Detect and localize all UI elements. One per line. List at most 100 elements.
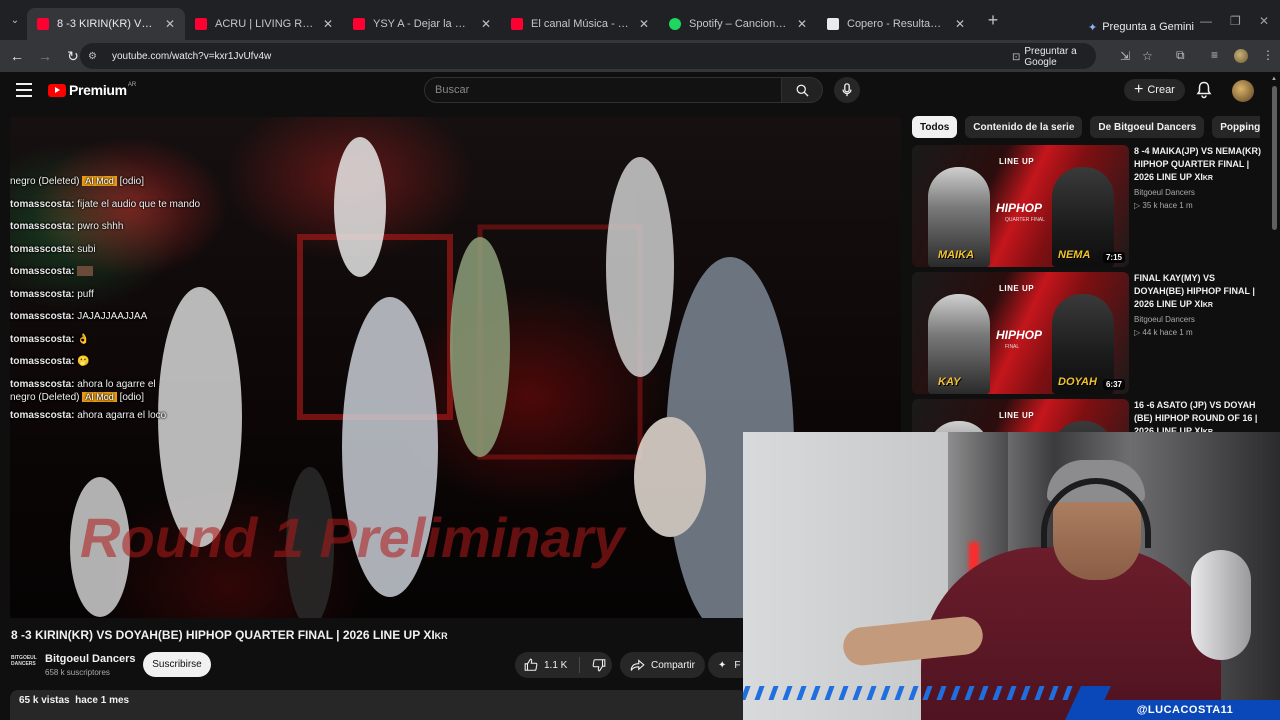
chat-username[interactable]: tomasscosta: (10, 289, 74, 300)
chat-username[interactable]: tomasscosta: (10, 311, 74, 322)
bookmark-star-icon[interactable]: ☆ (1142, 49, 1153, 63)
chat-message: tomasscosta: ahora lo agarre el negro (De… (10, 379, 250, 404)
youtube-header: Premium AR + Crear (0, 72, 1270, 112)
notifications-bell-icon[interactable] (1196, 81, 1212, 104)
back-icon[interactable]: ← (4, 43, 30, 69)
description-box[interactable]: 65 k vistas hace 1 mes (10, 690, 746, 720)
search-button[interactable] (781, 77, 823, 103)
close-tab-icon[interactable]: ✕ (795, 17, 809, 31)
youtube-premium-logo[interactable]: Premium AR (48, 82, 136, 98)
upload-age: hace 1 mes (75, 695, 130, 706)
menu-icon[interactable] (16, 83, 32, 97)
thumbnail-name-right: DOYAH (1058, 376, 1097, 388)
browser-profile-avatar[interactable] (1234, 49, 1248, 63)
scrollbar-thumb[interactable] (1272, 86, 1277, 230)
filter-chip[interactable]: Todos (912, 116, 958, 138)
browser-tab[interactable]: YSY A - Dejar la Plata de Lado ✕ (343, 8, 501, 40)
site-info-icon[interactable]: ⚙ (88, 51, 106, 62)
filter-chip[interactable]: De Bitgoeul Dancers (1090, 116, 1205, 138)
recommended-meta: 8 -4 MAIKA(JP) VS NEMA(KR) HIPHOP QUARTE… (1134, 145, 1264, 210)
account-avatar[interactable] (1232, 80, 1254, 102)
filter-chip[interactable]: Contenido de la serie (965, 116, 1083, 138)
video-thumbnail[interactable]: LINE UP HIPHOP QUARTER FINAL MAIKA NEMA 7:15 (912, 145, 1129, 267)
browser-tab[interactable]: 8 -3 KIRIN(KR) VS DOYAH(BE) HIPHOP QUART… (27, 8, 185, 40)
recommended-title[interactable]: 8 -4 MAIKA(JP) VS NEMA(KR) HIPHOP QUARTE… (1134, 145, 1264, 185)
browser-tab[interactable]: ACRU | LIVING ROOM - EPISODIO ✕ (185, 8, 343, 40)
chat-text: puff (77, 288, 94, 300)
video-duration: 6:37 (1102, 379, 1125, 390)
overlay-stripe (852, 686, 863, 700)
chat-username[interactable]: tomasscosta: (10, 334, 74, 345)
more-actions-button[interactable]: ✦ F (708, 652, 748, 678)
chevron-right-icon[interactable]: › (1232, 116, 1254, 138)
media-controls-icon[interactable]: ≡ (1211, 48, 1218, 62)
recommended-video[interactable]: LINE UP HIPHOP FINAL KAY DOYAH 6:37 FINAL KAY(… (912, 272, 1268, 394)
install-app-icon[interactable]: ⇲ (1120, 49, 1130, 63)
tab-title: Copero - Resultados, estadísticas (847, 18, 947, 30)
search-input[interactable] (435, 84, 781, 96)
streamer-handle: @LUCACOSTA11 (1090, 700, 1280, 720)
ask-google-button[interactable]: ⊡ Preguntar a Google (1012, 46, 1096, 68)
chat-username[interactable]: tomasscosta: (10, 199, 74, 210)
close-tab-icon[interactable]: ✕ (479, 17, 493, 31)
chat-username[interactable]: tomasscosta: (10, 221, 74, 232)
forward-icon[interactable]: → (32, 43, 58, 69)
recommended-video[interactable]: LINE UP 16 -6 ASATO (JP) VS DOYAH (BE) HI… (912, 399, 1268, 521)
like-count: 1.1 K (544, 659, 568, 671)
share-button[interactable]: Compartir (620, 652, 705, 678)
chat-message: tomasscosta: puff (10, 289, 250, 301)
thumbs-down-icon (592, 659, 605, 672)
filter-chips: Todos Contenido de la serie De Bitgoeul Da… (912, 116, 1260, 138)
like-button[interactable]: 1.1 K (515, 652, 578, 678)
voice-search-button[interactable] (834, 77, 860, 103)
chat-username[interactable]: tomasscosta: (10, 244, 74, 255)
chat-message: tomasscosta: fijate el audio que te mand… (10, 199, 250, 211)
chat-message: negro (Deleted) AI Mod [odio] (10, 175, 250, 188)
channel-name[interactable]: Bitgoeul Dancers (45, 653, 135, 665)
new-tab-button[interactable]: + (979, 6, 1007, 34)
close-tab-icon[interactable]: ✕ (163, 17, 177, 31)
tab-title: 8 -3 KIRIN(KR) VS DOYAH(BE) HIPHOP QUART… (57, 18, 157, 30)
close-window-icon[interactable]: ✕ (1259, 14, 1269, 28)
video-thumbnail[interactable]: LINE UP HIPHOP FINAL KAY DOYAH 6:37 (912, 272, 1129, 394)
chat-username[interactable]: tomasscosta: (10, 379, 74, 390)
chat-message: tomasscosta: 👌 (10, 334, 250, 346)
share-arrow-icon (630, 658, 645, 671)
minimize-icon[interactable]: — (1200, 14, 1212, 28)
chat-username[interactable]: tomasscosta: (10, 410, 74, 421)
recommended-title-text: 8 -4 MAIKA(JP) VS NEMA(KR) HIPHOP QUARTE… (1134, 146, 1262, 182)
like-divider (579, 657, 580, 673)
chat-username[interactable]: tomasscosta: (10, 356, 74, 367)
chat-overlay: negro (Deleted) AI Mod [odio] tomasscosta… (10, 175, 250, 432)
chat-username[interactable]: tomasscosta: (10, 266, 74, 277)
recommended-title[interactable]: FINAL KAY(MY) VS DOYAH(BE) HIPHOP FINAL … (1134, 272, 1264, 312)
close-tab-icon[interactable]: ✕ (321, 17, 335, 31)
gemini-icon: ✦ (1088, 21, 1098, 34)
ask-gemini-button[interactable]: ✦ Pregunta a Gemini (1078, 16, 1204, 38)
close-tab-icon[interactable]: ✕ (637, 17, 651, 31)
page-scrollbar[interactable] (1270, 82, 1278, 432)
maximize-icon[interactable]: ❐ (1230, 14, 1241, 28)
browser-tab[interactable]: Copero - Resultados, estadísticas ✕ (817, 8, 975, 40)
browser-tab[interactable]: Spotify – Canciones que te gustan ✕ (659, 8, 817, 40)
browser-menu-icon[interactable]: ⋮ (1262, 48, 1274, 62)
dislike-button[interactable] (585, 652, 612, 678)
recommended-channel[interactable]: Bitgoeul Dancers (1134, 188, 1264, 197)
channel-logo[interactable]: BITGOEUL DANCERS (11, 655, 37, 671)
tab-search-icon[interactable]: ⌄ (3, 8, 27, 32)
thumbnail-genre: HIPHOP (996, 201, 1043, 215)
mod-reason: [odio] (119, 391, 145, 403)
subscribe-button[interactable]: Suscribirse (143, 652, 211, 677)
recommended-channel[interactable]: Bitgoeul Dancers (1134, 315, 1264, 324)
search-field[interactable] (424, 77, 782, 103)
thumbnail-name-left: MAIKA (938, 249, 975, 261)
extensions-icon[interactable]: ⧉ (1176, 48, 1185, 63)
ai-mod-badge: AI Mod (82, 391, 117, 402)
create-button[interactable]: + Crear (1124, 79, 1185, 101)
thumbnail-stage: QUARTER FINAL (1005, 217, 1045, 223)
address-bar[interactable]: ⚙ youtube.com/watch?v=kxr1JvUfv4w ⊡ Preg… (80, 43, 1153, 69)
chat-text-line2: negro (Deleted) (10, 391, 80, 403)
recommended-video[interactable]: LINE UP HIPHOP QUARTER FINAL MAIKA NEMA 7:15 8… (912, 145, 1268, 267)
browser-tab[interactable]: El canal Música - YouTube ✕ (501, 8, 659, 40)
close-tab-icon[interactable]: ✕ (953, 17, 967, 31)
